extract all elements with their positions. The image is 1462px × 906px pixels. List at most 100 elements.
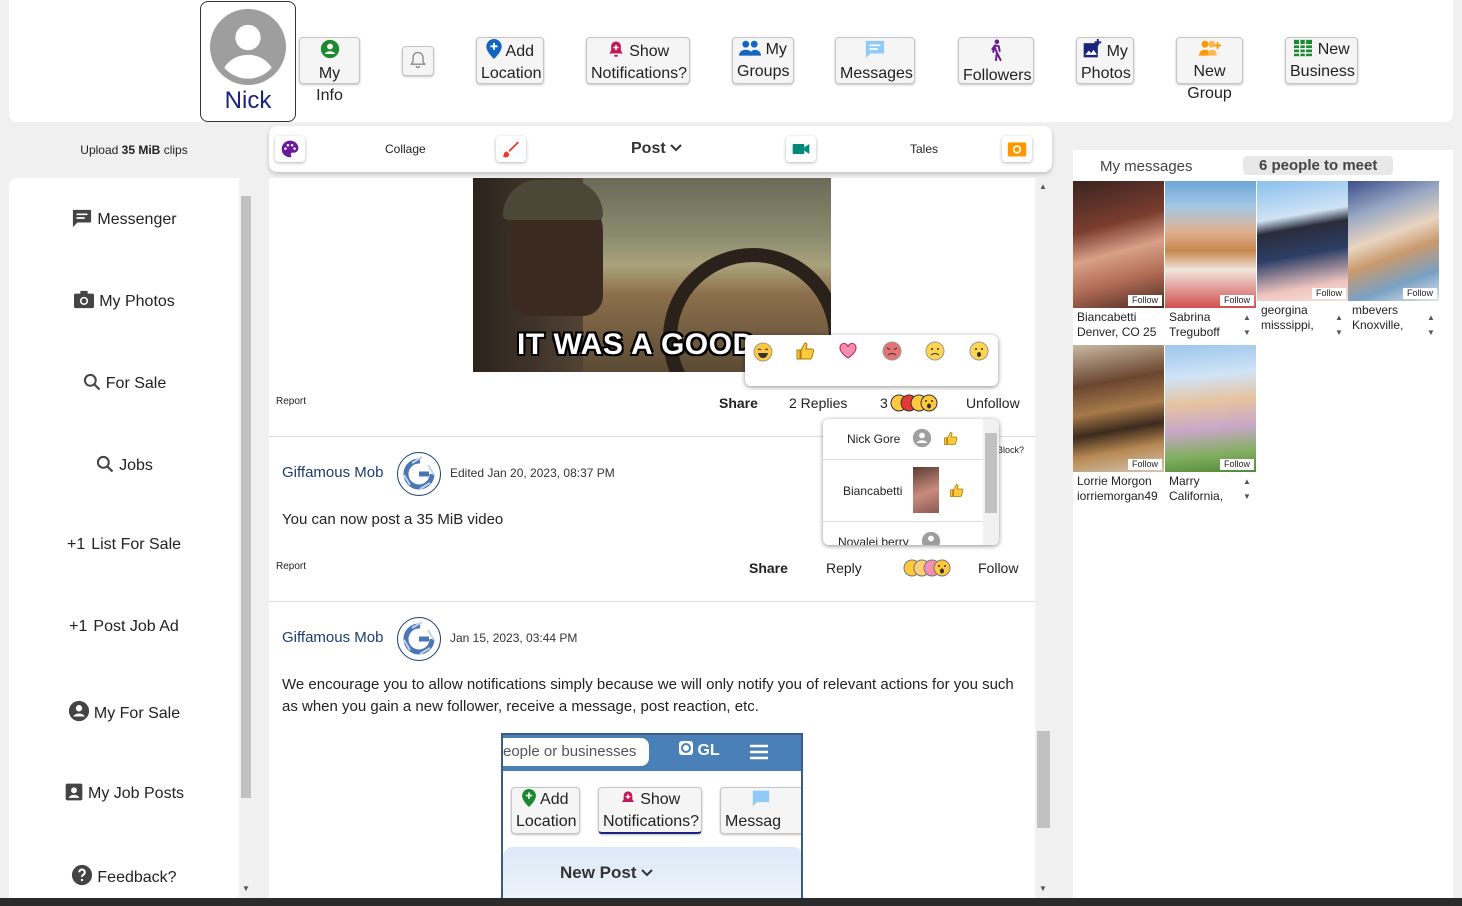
report-link[interactable]: Report	[276, 561, 306, 572]
profile-card[interactable]: Nick	[200, 1, 296, 122]
new-business-button[interactable]: New Business	[1285, 37, 1358, 84]
feed-scroll-up-arrow[interactable]: ▲	[1039, 182, 1047, 191]
share-button[interactable]: Share	[749, 560, 788, 576]
follow-button[interactable]: Follow	[1127, 295, 1162, 306]
reactor-name[interactable]: Novalei berry	[838, 535, 909, 545]
follow-button[interactable]: Follow	[1219, 295, 1254, 306]
brush-button[interactable]	[496, 136, 526, 162]
camera-icon	[74, 290, 95, 309]
reaction-count[interactable]: 3	[880, 395, 888, 411]
sidebar-item-for-sale[interactable]: For Sale	[9, 372, 239, 393]
my-groups-button[interactable]: My Groups	[732, 37, 794, 84]
person-card[interactable]: Follow georgina misssippi,	[1257, 181, 1348, 333]
person-photo: Follow	[1073, 181, 1164, 308]
feed-scrollbar-thumb[interactable]	[1037, 731, 1050, 828]
sidebar-item-jobs[interactable]: Jobs	[9, 454, 239, 475]
card-scroll-down-arrow[interactable]: ▼	[1243, 328, 1251, 337]
chevron-down-icon	[641, 869, 653, 877]
laugh-emoji-icon[interactable]	[753, 342, 773, 362]
followers-button[interactable]: Followers	[958, 37, 1034, 84]
giffamous-avatar[interactable]	[397, 617, 441, 661]
card-scroll-up-arrow[interactable]: ▲	[1243, 313, 1251, 322]
contact-box-icon	[65, 783, 83, 801]
report-link[interactable]: Report	[276, 396, 306, 407]
card-scroll-down-arrow[interactable]: ▼	[1335, 328, 1343, 337]
reactor-name[interactable]: Nick Gore	[847, 432, 900, 446]
sidebar-item-list-for-sale[interactable]: +1 List For Sale	[9, 536, 239, 554]
giffamous-avatar[interactable]	[397, 452, 441, 496]
my-photos-button[interactable]: My Photos	[1076, 37, 1134, 84]
follow-button[interactable]: Follow	[1402, 288, 1437, 299]
new-label: New	[1193, 63, 1226, 80]
tab-my-messages[interactable]: My messages	[1100, 158, 1193, 175]
card-scroll-down-arrow[interactable]: ▼	[1427, 328, 1435, 337]
card-scroll-up-arrow[interactable]: ▲	[1335, 313, 1343, 322]
follow-button[interactable]: Follow	[1127, 459, 1162, 470]
new-group-button[interactable]: New Group	[1176, 37, 1243, 102]
bottom-bar	[0, 898, 1462, 906]
palette-button[interactable]	[275, 136, 305, 162]
sad-emoji-icon[interactable]	[925, 341, 945, 361]
follow-button[interactable]: Follow	[978, 560, 1018, 576]
post-author[interactable]: Giffamous Mob	[282, 464, 383, 481]
sidebar-scroll-down-arrow[interactable]: ▼	[242, 884, 250, 893]
bell-button[interactable]	[402, 46, 434, 76]
tab-people-to-meet[interactable]: 6 people to meet	[1243, 156, 1394, 175]
unfollow-button[interactable]: Unfollow	[966, 395, 1020, 411]
sidebar-label-list-for-sale: List For Sale	[91, 536, 182, 553]
message-icon	[865, 40, 885, 59]
card-scroll-up-arrow[interactable]: ▲	[1427, 313, 1435, 322]
person-card[interactable]: Follow Lorrie Morgon iorriemorgan49	[1073, 345, 1164, 504]
tab-post[interactable]: Post	[631, 140, 682, 158]
sidebar-item-messenger[interactable]: Messenger	[9, 208, 239, 229]
share-button[interactable]: Share	[719, 395, 758, 411]
sidebar-item-feedback[interactable]: Feedback?	[9, 864, 239, 887]
tab-collage[interactable]: Collage	[385, 142, 426, 156]
person-card[interactable]: Follow mbevers Knoxville,	[1348, 181, 1439, 333]
heart-icon[interactable]	[838, 341, 858, 361]
post-author[interactable]: Giffamous Mob	[282, 629, 383, 646]
add-location-icon	[486, 39, 502, 59]
sidebar-item-my-job-posts[interactable]: My Job Posts	[9, 782, 239, 803]
camera-icon	[1007, 142, 1027, 157]
camera-button[interactable]	[1002, 136, 1032, 162]
sidebar-scrollbar-thumb[interactable]	[241, 196, 251, 798]
messages-button[interactable]: Messages	[835, 37, 915, 84]
reaction-emoji-stack[interactable]	[890, 394, 942, 417]
group-label: Group	[1187, 85, 1232, 102]
list-divider	[823, 459, 983, 460]
card-scroll-down-arrow[interactable]: ▼	[1243, 492, 1251, 501]
follow-button[interactable]: Follow	[1219, 459, 1254, 470]
shot-messages-label: Messag	[725, 813, 782, 830]
post-screenshot[interactable]: eople or businesses GL Add Location Show…	[501, 733, 803, 898]
popup-scrollbar-thumb[interactable]	[985, 433, 997, 513]
location-label: Location	[481, 65, 542, 82]
reply-button[interactable]: Reply	[826, 560, 862, 576]
shot-show-label: Show	[640, 791, 681, 808]
reaction-emoji-stack[interactable]	[903, 559, 955, 582]
right-panel: My messages 6 people to meet Follow Bian…	[1073, 150, 1453, 898]
replies-button[interactable]: 2 Replies	[789, 395, 847, 411]
block-link[interactable]: Block?	[997, 445, 1024, 455]
my-info-label: My Info	[316, 65, 343, 104]
show-notifications-button[interactable]: Show Notifications?	[586, 37, 690, 84]
card-scroll-up-arrow[interactable]: ▲	[1243, 477, 1251, 486]
sidebar-item-my-for-sale[interactable]: My For Sale	[9, 700, 239, 723]
angry-emoji-icon[interactable]	[882, 341, 902, 361]
person-card[interactable]: Follow Biancabetti Denver, CO 25	[1073, 181, 1164, 340]
reactor-name[interactable]: Biancabetti	[843, 484, 902, 498]
sidebar-item-my-photos[interactable]: My Photos	[9, 290, 239, 311]
feed-scroll-down-arrow[interactable]: ▼	[1039, 884, 1047, 893]
add-location-button[interactable]: Add Location	[476, 37, 544, 84]
sidebar-item-post-job-ad[interactable]: +1 Post Job Ad	[9, 618, 239, 636]
video-button[interactable]	[786, 136, 816, 162]
group-add-icon	[1198, 40, 1221, 56]
my-info-button[interactable]: My Info	[299, 37, 360, 104]
sidebar-label-post-job-ad: Post Job Ad	[93, 618, 179, 635]
brush-icon	[502, 141, 519, 158]
photos-label: Photos	[1081, 65, 1131, 82]
follow-button[interactable]: Follow	[1311, 288, 1346, 299]
wow-emoji-icon[interactable]	[969, 341, 989, 361]
thumbs-up-icon[interactable]	[795, 341, 815, 361]
tab-tales[interactable]: Tales	[910, 142, 938, 156]
